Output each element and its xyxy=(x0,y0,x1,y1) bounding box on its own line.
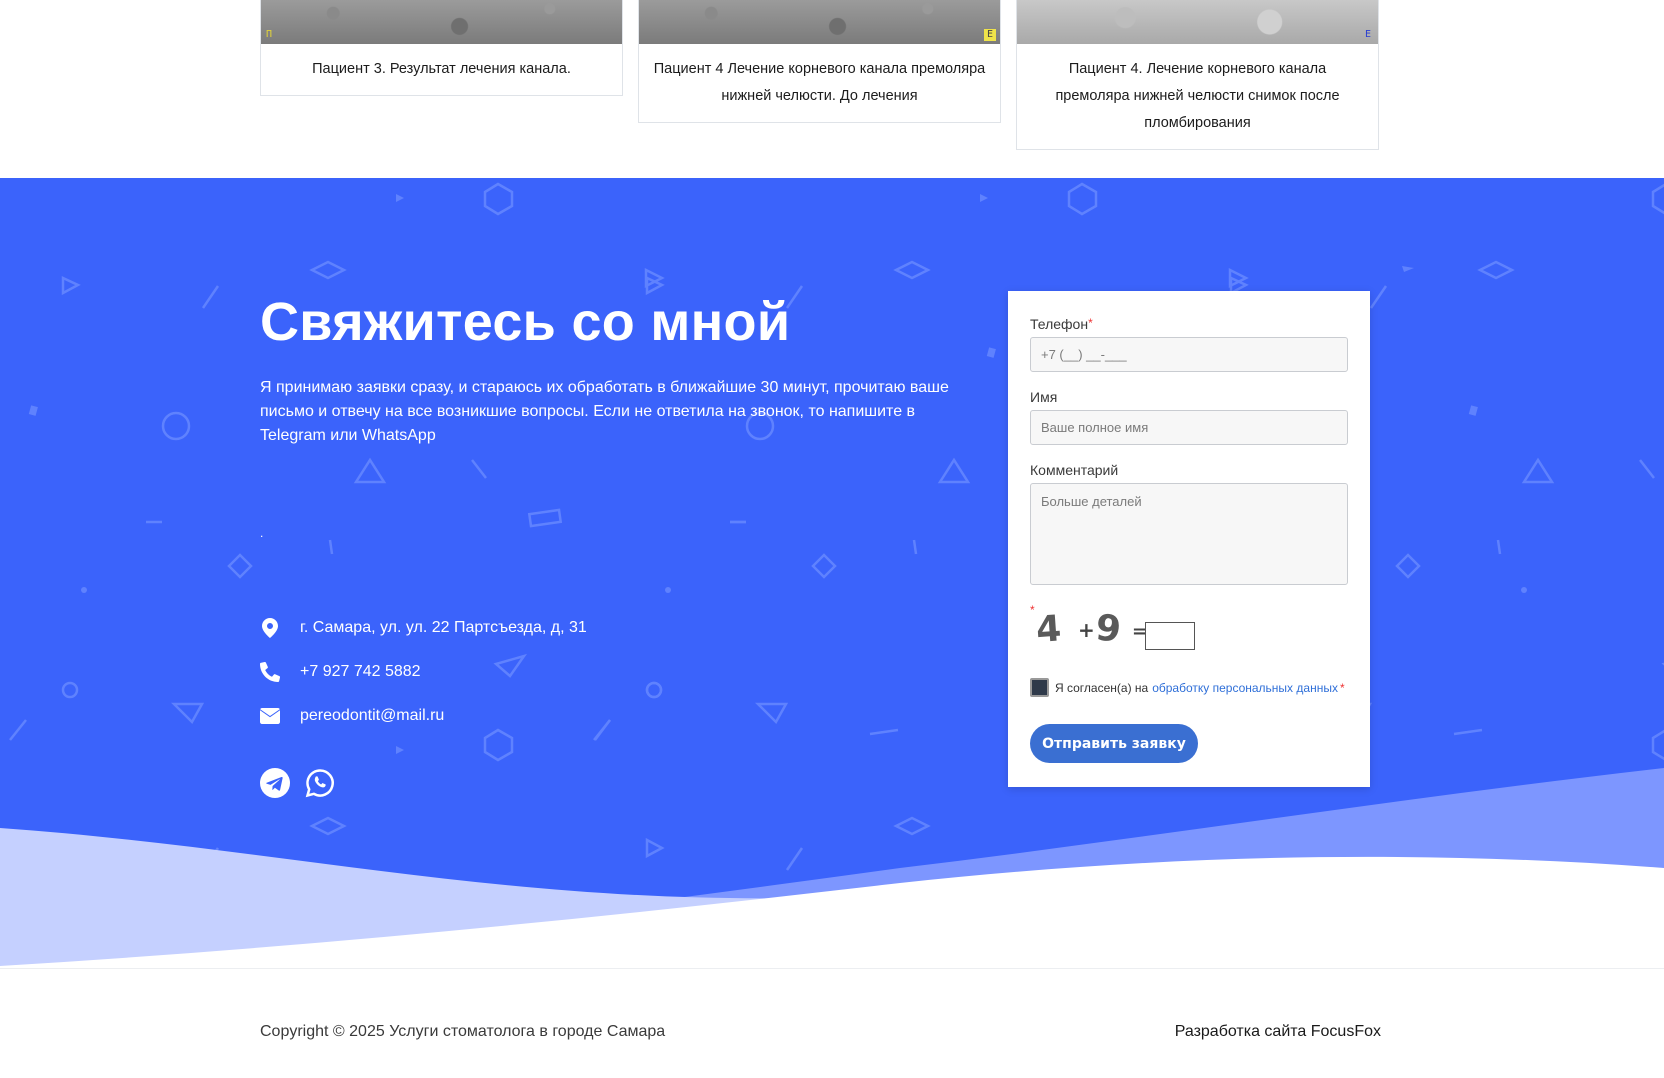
map-marker-icon xyxy=(260,618,280,638)
xray-image[interactable]: П xyxy=(261,0,622,44)
captcha-digit-b: 9 xyxy=(1094,607,1123,650)
separator-dot: . xyxy=(260,526,264,540)
copyright-text: Copyright © 2025 Услуги стоматолога в го… xyxy=(260,1023,666,1040)
telegram-icon xyxy=(260,768,290,798)
gallery-caption: Пациент 4. Лечение корневого канала прем… xyxy=(1055,61,1340,131)
telegram-button[interactable] xyxy=(260,768,290,798)
email-text[interactable]: pereodontit@mail.ru xyxy=(300,707,444,725)
phone-icon xyxy=(260,662,280,682)
gallery-strip: П Пациент 3. Результат лечения канала. Е… xyxy=(0,0,1664,178)
captcha-digit-a: 4 xyxy=(1035,608,1063,651)
gallery-card[interactable]: П Пациент 3. Результат лечения канала. xyxy=(260,0,623,96)
whatsapp-button[interactable] xyxy=(305,768,335,798)
image-marker-icon: Е xyxy=(984,29,996,41)
privacy-link[interactable]: обработку персональных данных xyxy=(1152,681,1338,695)
contact-section: Свяжитесь со мной Я принимаю заявки сраз… xyxy=(0,178,1664,968)
footer: Copyright © 2025 Услуги стоматолога в го… xyxy=(0,968,1664,1078)
comment-textarea[interactable] xyxy=(1030,483,1348,585)
captcha-challenge: * 4 + 9 = xyxy=(1030,603,1230,651)
contact-title: Свяжитесь со мной xyxy=(260,292,791,352)
name-input[interactable] xyxy=(1030,410,1348,445)
contact-form: Телефон* Имя Комментарий * 4 + 9 = Я сог… xyxy=(1008,291,1370,787)
comment-label: Комментарий xyxy=(1030,462,1119,478)
submit-button[interactable]: Отправить заявку xyxy=(1030,724,1198,763)
image-marker-icon: Е xyxy=(1364,29,1372,40)
address-text: г. Самара, ул. ул. 22 Партсъезда, д, 31 xyxy=(300,619,587,636)
consent-checkbox[interactable] xyxy=(1030,678,1049,697)
gallery-card[interactable]: Е Пациент 4. Лечение корневого канала пр… xyxy=(1016,0,1379,150)
envelope-icon xyxy=(260,706,280,726)
whatsapp-icon xyxy=(305,769,334,798)
xray-image[interactable]: Е xyxy=(1017,0,1378,44)
wave-divider xyxy=(0,768,1664,968)
captcha-answer-input[interactable] xyxy=(1145,622,1195,650)
consent-row: Я согласен(а) на обработку персональных … xyxy=(1030,678,1345,697)
phone-input[interactable] xyxy=(1030,337,1348,372)
contact-email[interactable]: pereodontit@mail.ru xyxy=(260,702,444,730)
phone-text[interactable]: +7 927 742 5882 xyxy=(300,663,421,681)
gallery-caption: Пациент 4 Лечение корневого канала премо… xyxy=(653,61,986,104)
developer-link[interactable]: Разработка сайта FocusFox xyxy=(1175,1023,1381,1041)
gallery-caption: Пациент 3. Результат лечения канала. xyxy=(312,61,571,77)
name-label: Имя xyxy=(1030,389,1058,405)
xray-image[interactable]: Е xyxy=(639,0,1000,44)
captcha-operator: + xyxy=(1078,618,1095,642)
image-marker-icon: П xyxy=(265,29,273,40)
contact-address: г. Самара, ул. ул. 22 Партсъезда, д, 31 xyxy=(260,614,587,642)
contact-description: Я принимаю заявки сразу, и стараюсь их о… xyxy=(260,379,949,444)
contact-phone[interactable]: +7 927 742 5882 xyxy=(260,658,421,686)
phone-label: Телефон* xyxy=(1030,316,1093,332)
consent-text: Я согласен(а) на xyxy=(1055,680,1149,695)
gallery-card[interactable]: Е Пациент 4 Лечение корневого канала пре… xyxy=(638,0,1001,123)
